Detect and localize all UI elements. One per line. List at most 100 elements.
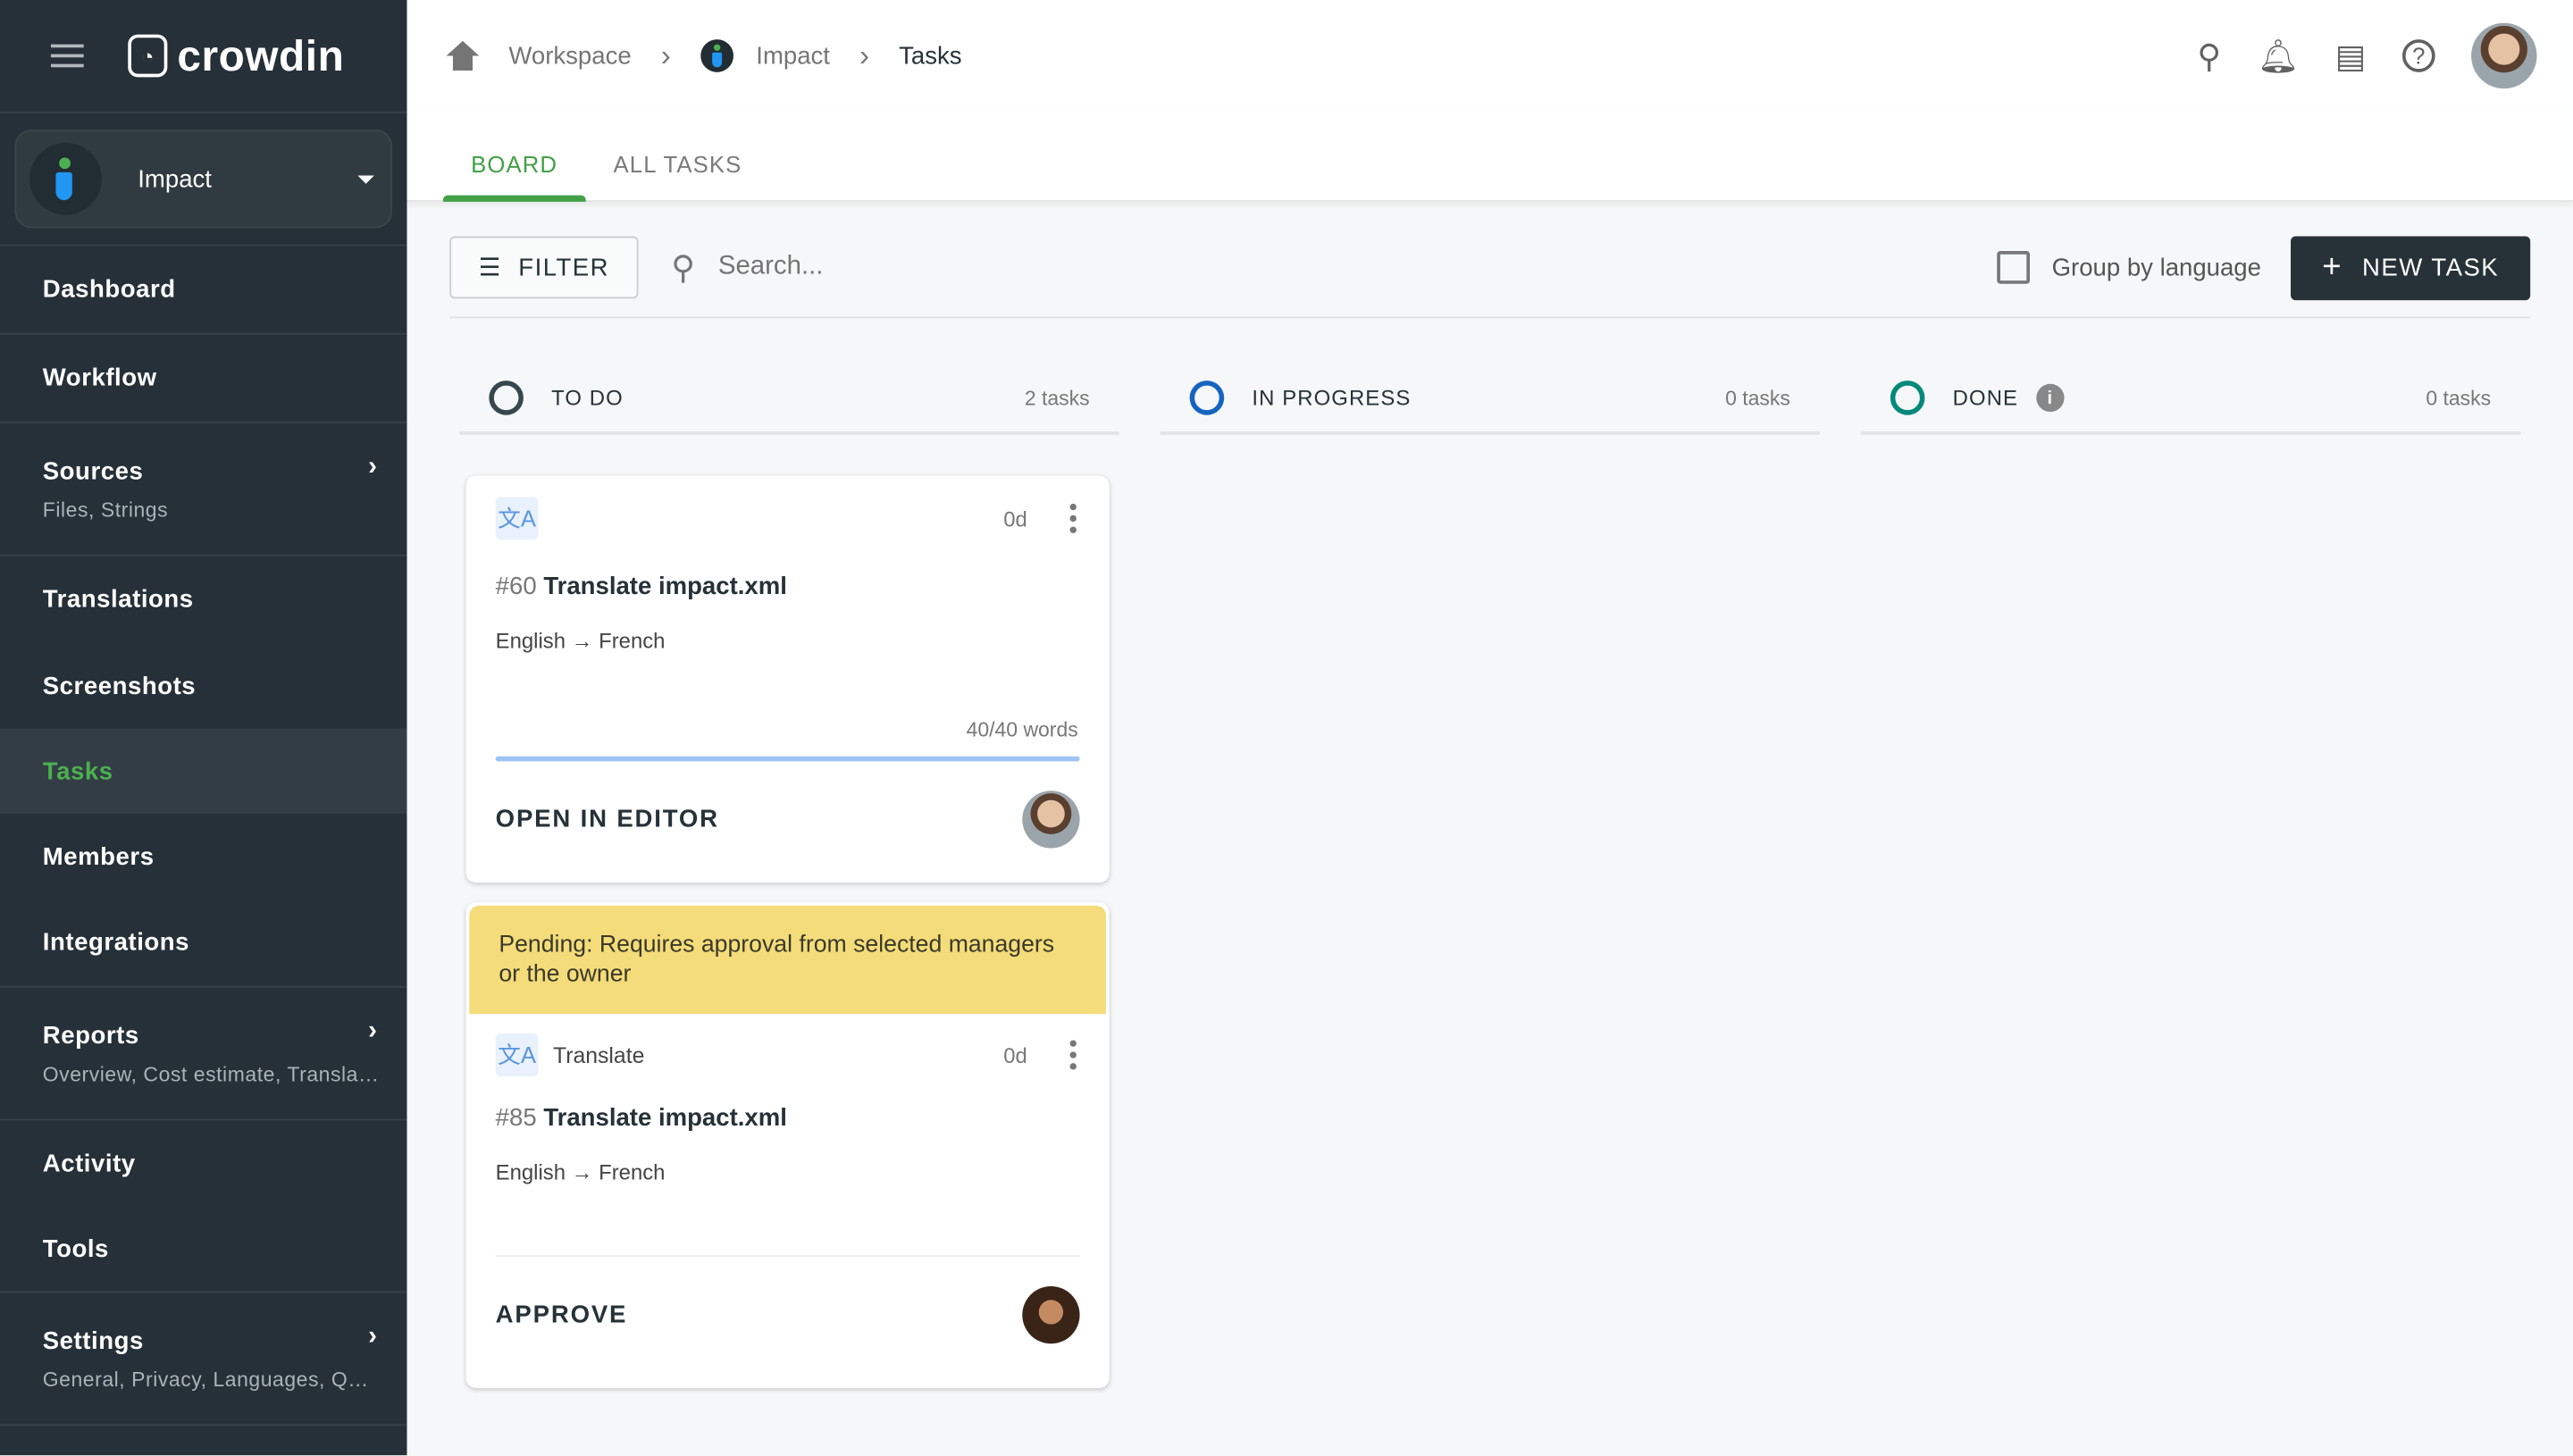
breadcrumb-current: Tasks	[899, 41, 962, 71]
pending-approval-banner: Pending: Requires approval from selected…	[469, 905, 1106, 1015]
translate-icon: 文A	[495, 1033, 539, 1076]
sidebar-item-label: Tools	[42, 1234, 109, 1263]
chevron-right-icon: ›	[368, 1322, 378, 1351]
sidebar-item-translations[interactable]: Translations	[0, 556, 407, 643]
task-age: 0d	[1003, 1042, 1027, 1067]
sidebar-item-label: Dashboard	[42, 275, 176, 304]
sidebar-item-sub: General, Privacy, Languages, Quality	[42, 1367, 380, 1391]
home-icon[interactable]	[446, 40, 480, 71]
plus-icon: +	[2322, 249, 2343, 286]
tab-all-tasks[interactable]: ALL TASKS	[585, 151, 769, 200]
task-count: 0 tasks	[1725, 386, 1790, 410]
sidebar-item-label: Tasks	[42, 757, 113, 785]
project-selector[interactable]: Impact	[14, 130, 392, 229]
group-by-language-checkbox[interactable]: Group by language	[1997, 236, 2261, 298]
info-icon[interactable]: i	[2036, 383, 2065, 413]
approve-button[interactable]: APPROVE	[496, 1301, 628, 1328]
sidebar-item-settings[interactable]: Settings General, Privacy, Languages, Qua…	[0, 1293, 407, 1427]
search-icon: ⚲	[671, 250, 696, 287]
sidebar-item-label: Screenshots	[42, 672, 197, 700]
sidebar-item-label: Members	[42, 842, 155, 871]
filter-button[interactable]: ☰ FILTER	[449, 236, 639, 299]
checkbox-icon	[1997, 251, 2031, 284]
filter-label: FILTER	[518, 253, 609, 281]
sidebar-item-label: Sources	[42, 456, 144, 485]
user-avatar[interactable]	[2471, 22, 2537, 89]
new-task-button[interactable]: + NEW TASK	[2291, 236, 2531, 301]
sidebar-item-label: Translations	[42, 585, 194, 614]
help-icon[interactable]: ?	[2401, 39, 2435, 72]
project-icon	[29, 142, 102, 215]
assignee-avatar	[1022, 1285, 1080, 1343]
task-name: Translate impact.xml	[543, 573, 787, 601]
chevron-right-icon: ›	[368, 1017, 378, 1045]
translate-icon: 文A	[495, 497, 539, 540]
search-icon[interactable]: ⚲	[2197, 35, 2221, 76]
chevron-right-icon: ›	[859, 38, 870, 71]
open-in-editor-button[interactable]: OPEN IN EDITOR	[496, 805, 719, 833]
menu-icon[interactable]	[50, 44, 84, 68]
done-status-icon	[1890, 381, 1925, 415]
sidebar-item-label: Activity	[42, 1149, 136, 1177]
task-count: 0 tasks	[2426, 386, 2492, 410]
brand-name: crowdin	[177, 29, 345, 80]
chat-icon[interactable]: ▤	[2335, 35, 2367, 76]
chevron-right-icon: ›	[660, 38, 671, 71]
sidebar-item-integrations[interactable]: Integrations	[0, 900, 407, 988]
sidebar: ◔ crowdin Impact Dashboard Workflow Sources…	[0, 0, 407, 1456]
task-languages: English → French	[495, 628, 666, 654]
sidebar-item-screenshots[interactable]: Screenshots	[0, 643, 407, 729]
tabs: BOARD ALL TASKS	[406, 111, 2573, 202]
column-in-progress: IN PROGRESS 0 tasks	[1160, 364, 1820, 435]
sidebar-item-sub: Files, Strings	[42, 498, 169, 522]
assignee-avatar	[1022, 790, 1080, 848]
sidebar-item-workflow[interactable]: Workflow	[0, 335, 407, 423]
task-count: 2 tasks	[1024, 386, 1090, 410]
task-age: 0d	[1003, 506, 1027, 531]
task-type: Translate	[552, 1042, 645, 1067]
task-title[interactable]: #60 Translate impact.xml	[466, 573, 1110, 600]
chevron-right-icon: ›	[368, 452, 378, 481]
sidebar-item-label: Settings	[42, 1326, 144, 1355]
column-title: IN PROGRESS	[1252, 385, 1412, 411]
more-options-icon[interactable]	[1067, 1037, 1080, 1073]
task-card[interactable]: Pending: Requires approval from selected…	[465, 902, 1110, 1388]
tab-board[interactable]: BOARD	[442, 151, 585, 202]
project-name: Impact	[138, 164, 212, 193]
column-title: TO DO	[551, 385, 624, 411]
sidebar-item-sub: Overview, Cost estimate, Translation cos…	[42, 1062, 380, 1085]
caret-down-icon	[357, 174, 374, 183]
more-options-icon[interactable]	[1067, 500, 1080, 536]
group-by-label: Group by language	[2051, 253, 2261, 281]
sidebar-item-members[interactable]: Members	[0, 814, 407, 900]
sidebar-item-sources[interactable]: Sources Files, Strings ›	[0, 423, 407, 556]
column-todo: TO DO 2 tasks 文A 0d #60 Translate impact.x…	[459, 364, 1119, 1388]
in-progress-status-icon	[1189, 381, 1225, 415]
project-icon	[700, 39, 733, 72]
crowdin-logo[interactable]: ◔ crowdin	[128, 30, 344, 81]
filter-icon: ☰	[478, 254, 502, 282]
crowdin-logo-icon: ◔	[128, 34, 168, 78]
task-card[interactable]: 文A 0d #60 Translate impact.xml English → …	[465, 475, 1110, 883]
breadcrumb-workspace[interactable]: Workspace	[508, 42, 631, 70]
new-task-label: NEW TASK	[2362, 254, 2500, 282]
sidebar-item-label: Workflow	[42, 364, 157, 392]
task-languages: English → French	[495, 1159, 666, 1185]
sidebar-item-tools[interactable]: Tools	[0, 1206, 407, 1293]
sidebar-item-dashboard[interactable]: Dashboard	[0, 247, 407, 335]
sidebar-item-activity[interactable]: Activity	[0, 1120, 407, 1206]
search-input[interactable]	[715, 251, 1214, 284]
task-name: Translate impact.xml	[543, 1104, 787, 1133]
task-number: #85	[495, 1104, 537, 1133]
breadcrumb-project[interactable]: Impact	[756, 42, 830, 70]
column-done: DONE i 0 tasks	[1860, 364, 2521, 435]
bell-icon[interactable]: 🔔︎	[2258, 35, 2300, 76]
sidebar-item-label: Reports	[42, 1021, 139, 1050]
sidebar-item-label: Integrations	[42, 928, 190, 957]
word-count: 40/40 words	[966, 718, 1078, 742]
sidebar-item-reports[interactable]: Reports Overview, Cost estimate, Translat…	[0, 988, 407, 1121]
task-title[interactable]: #85 Translate impact.xml	[466, 1104, 1110, 1132]
sidebar-item-tasks[interactable]: Tasks	[0, 728, 407, 815]
task-number: #60	[495, 573, 537, 601]
breadcrumb: Workspace › Impact › Tasks	[407, 38, 962, 73]
